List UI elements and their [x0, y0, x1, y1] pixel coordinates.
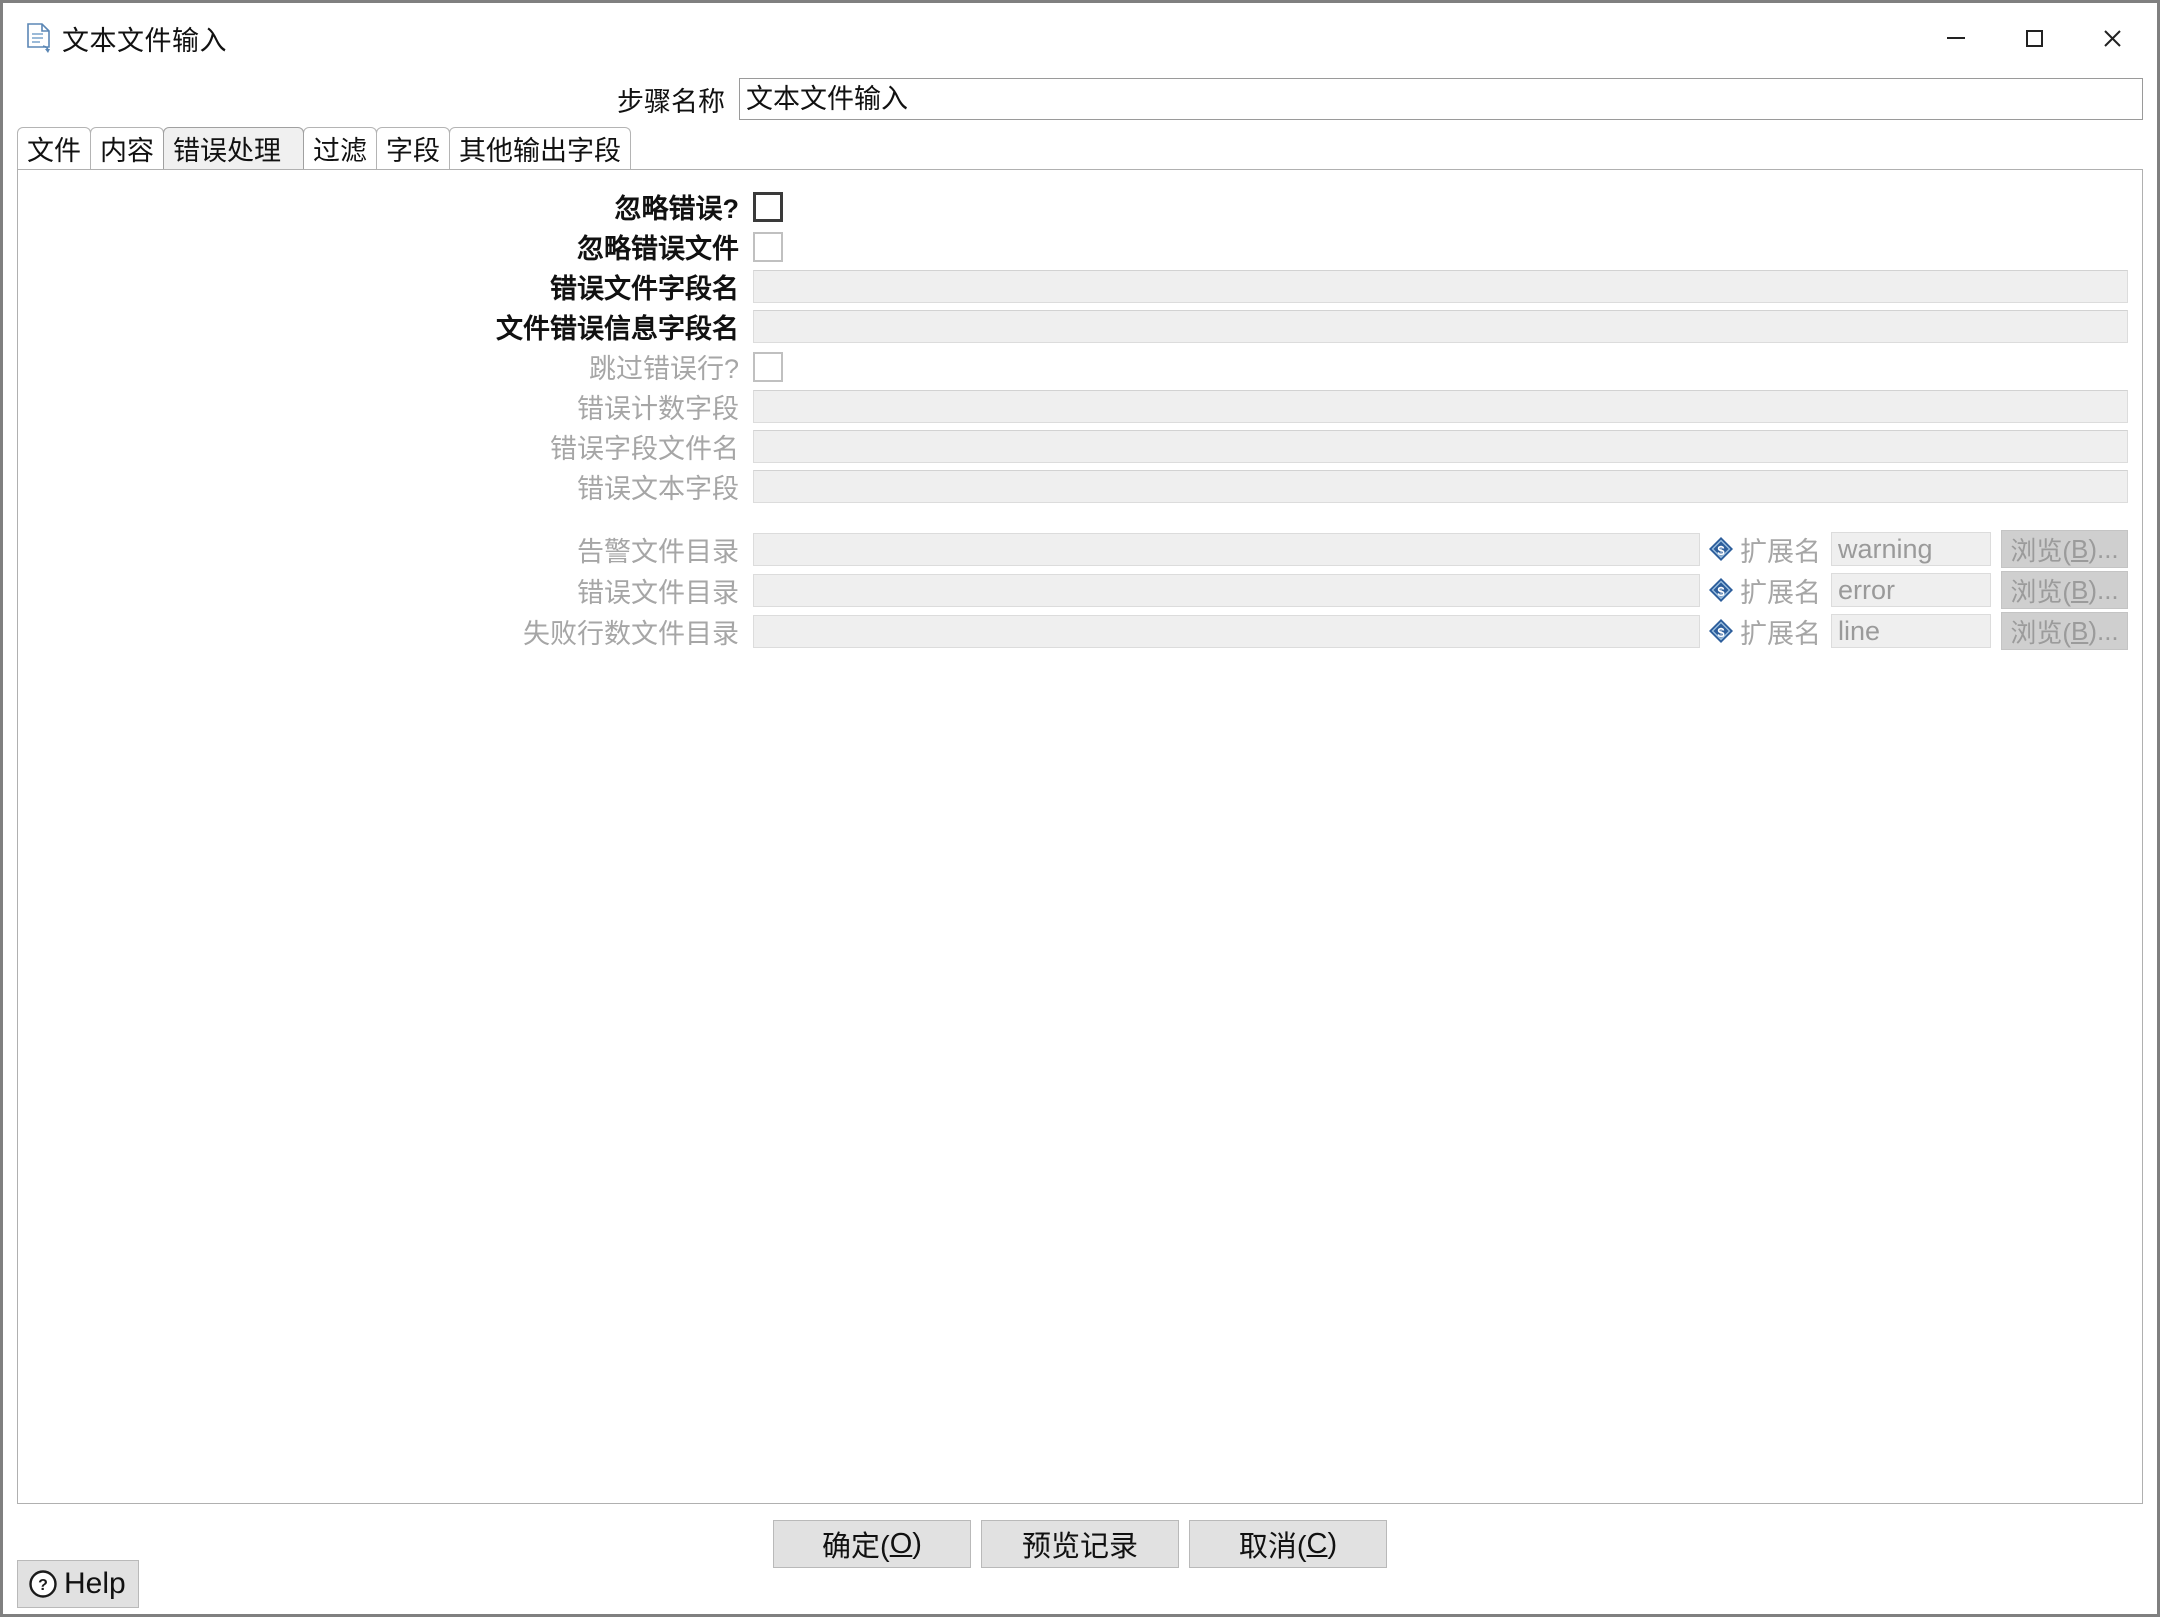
input-error-fields-field[interactable]	[753, 430, 2128, 463]
ok-button[interactable]: 确定(O)	[773, 1520, 971, 1568]
title-bar-left: 文本文件输入	[3, 19, 227, 58]
input-error-file-field[interactable]	[753, 270, 2128, 303]
label-ignore-error-files: 忽略错误文件	[577, 234, 739, 264]
browse-line-dir-button[interactable]: 浏览(B)...	[2001, 612, 2128, 650]
svg-text:$: $	[1717, 543, 1725, 558]
label-error-text-field: 错误文本字段	[577, 474, 739, 504]
step-name-row: 步骤名称 文本文件输入	[3, 73, 2157, 125]
svg-text:?: ?	[38, 1577, 48, 1594]
input-line-ext[interactable]: line	[1831, 614, 1991, 648]
tab-strip: 文件 内容 错误处理 过滤 字段 其他输出字段	[3, 125, 2157, 169]
dialog-window: 文本文件输入 步骤名称 文本文件输入 文件 内容 错误处理 过滤 字段 其他输出…	[0, 0, 2160, 1617]
tab-error-handling[interactable]: 错误处理	[163, 127, 304, 169]
row-file-error-message-field: 文件错误信息字段名	[18, 309, 2142, 344]
row-skip-error-lines: 跳过错误行?	[18, 349, 2142, 384]
label-error-count-field: 错误计数字段	[577, 394, 739, 424]
help-button-label: Help	[64, 1567, 126, 1600]
tab-filter[interactable]: 过滤	[303, 127, 377, 169]
row-error-fields-field: 错误字段文件名	[18, 429, 2142, 464]
input-file-error-message-field[interactable]	[753, 310, 2128, 343]
tab-content-panel: 忽略错误? 忽略错误文件 错误文件字段名 文件错误信息字段名 跳过错误行? 错误…	[17, 169, 2143, 1504]
checkbox-skip-error-lines[interactable]	[753, 351, 783, 382]
input-error-count-field[interactable]	[753, 390, 2128, 423]
dialog-buttons: 确定(O) 预览记录 取消(C)	[3, 1520, 2157, 1568]
row-error-dir: 错误文件目录 $ 扩展名 error 浏览(B)...	[18, 571, 2142, 609]
row-ignore-error-files: 忽略错误文件	[18, 229, 2142, 264]
row-error-count-field: 错误计数字段	[18, 389, 2142, 424]
input-error-text-field[interactable]	[753, 470, 2128, 503]
row-error-file-field: 错误文件字段名	[18, 269, 2142, 304]
variable-dollar-icon: $	[1708, 536, 1734, 562]
label-skip-error-lines: 跳过错误行?	[588, 354, 739, 384]
label-error-file-field: 错误文件字段名	[550, 274, 739, 304]
input-line-dir[interactable]	[753, 614, 1700, 648]
row-warning-dir: 告警文件目录 $ 扩展名 warning 浏览(B)...	[18, 530, 2142, 568]
maximize-icon[interactable]	[1995, 6, 2073, 70]
variable-dollar-icon: $	[1708, 577, 1734, 603]
label-error-ext: 扩展名	[1740, 577, 1821, 608]
label-ignore-errors: 忽略错误?	[614, 194, 740, 224]
title-bar: 文本文件输入	[3, 3, 2157, 73]
question-circle-icon: ?	[28, 1569, 58, 1599]
cancel-button[interactable]: 取消(C)	[1189, 1520, 1387, 1568]
svg-text:$: $	[1717, 625, 1725, 640]
label-error-dir: 错误文件目录	[577, 577, 739, 608]
browse-warning-dir-button[interactable]: 浏览(B)...	[2001, 530, 2128, 568]
browse-error-dir-button[interactable]: 浏览(B)...	[2001, 571, 2128, 609]
label-error-fields-field: 错误字段文件名	[550, 434, 739, 464]
input-warning-ext[interactable]: warning	[1831, 532, 1991, 566]
tab-additional-output-fields[interactable]: 其他输出字段	[449, 127, 631, 169]
label-line-dir: 失败行数文件目录	[523, 618, 739, 649]
step-name-label: 步骤名称	[617, 86, 725, 117]
tab-files[interactable]: 文件	[17, 127, 91, 169]
input-error-dir[interactable]	[753, 573, 1700, 607]
input-error-ext[interactable]: error	[1831, 573, 1991, 607]
checkbox-ignore-error-files[interactable]	[753, 231, 783, 262]
tab-fields[interactable]: 字段	[376, 127, 450, 169]
text-file-input-icon	[26, 23, 52, 53]
label-file-error-message-field: 文件错误信息字段名	[496, 314, 739, 344]
minimize-icon[interactable]	[1917, 6, 1995, 70]
variable-dollar-icon: $	[1708, 618, 1734, 644]
row-ignore-errors: 忽略错误?	[18, 189, 2142, 224]
checkbox-ignore-errors[interactable]	[753, 191, 783, 222]
window-title: 文本文件输入	[62, 25, 227, 56]
label-warning-dir: 告警文件目录	[577, 536, 739, 567]
dialog-footer: 确定(O) 预览记录 取消(C) ? Help	[3, 1504, 2157, 1614]
label-line-ext: 扩展名	[1740, 618, 1821, 649]
label-warning-ext: 扩展名	[1740, 536, 1821, 567]
preview-records-button[interactable]: 预览记录	[981, 1520, 1179, 1568]
svg-text:$: $	[1717, 584, 1725, 599]
step-name-input[interactable]: 文本文件输入	[739, 78, 2143, 120]
input-warning-dir[interactable]	[753, 532, 1700, 566]
row-line-dir: 失败行数文件目录 $ 扩展名 line 浏览(B)...	[18, 612, 2142, 650]
close-icon[interactable]	[2073, 6, 2151, 70]
window-controls	[1917, 3, 2151, 73]
tab-content[interactable]: 内容	[90, 127, 164, 169]
help-button[interactable]: ? Help	[17, 1560, 139, 1608]
row-error-text-field: 错误文本字段	[18, 469, 2142, 504]
